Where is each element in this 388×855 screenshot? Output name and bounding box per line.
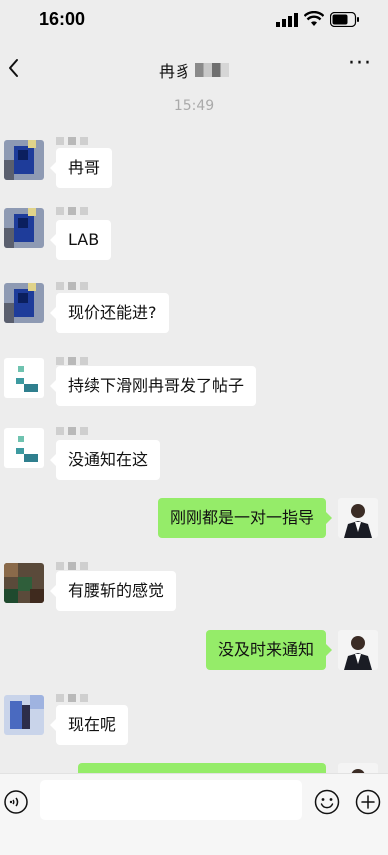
sender-nickname-redacted [56, 420, 116, 435]
sender-nickname-redacted [56, 275, 116, 290]
avatar[interactable] [4, 283, 44, 323]
emoji-icon[interactable] [314, 789, 340, 815]
message-bubble[interactable]: 没通知在这 [49, 440, 161, 480]
message-bubble[interactable]: 现价还能进? [50, 293, 169, 333]
message-timestamp: 15:49 [173, 98, 215, 114]
plus-icon[interactable] [355, 789, 381, 815]
message-input[interactable] [40, 780, 302, 820]
avatar[interactable] [4, 358, 44, 398]
input-bar [0, 773, 388, 855]
chat-title: 冉豸 [0, 58, 388, 82]
chat-header: 冉豸 ··· [0, 44, 388, 94]
avatar[interactable] [4, 208, 44, 248]
voice-icon[interactable] [4, 790, 28, 814]
status-bar: 16:00 [0, 0, 388, 44]
sender-nickname-redacted [56, 350, 116, 365]
message-bubble[interactable]: 冉哥 [49, 148, 113, 188]
avatar[interactable] [4, 428, 44, 468]
sender-nickname-redacted [56, 555, 116, 570]
signal-icon [276, 13, 298, 27]
message-bubble[interactable]: 没及时来通知 [205, 630, 333, 670]
avatar[interactable] [4, 695, 44, 735]
more-options-button[interactable]: ··· [346, 53, 374, 82]
sender-nickname-redacted [56, 200, 116, 215]
contact-name: 冉豸 [158, 62, 191, 81]
message-bubble[interactable]: 有腰斩的感觉 [49, 571, 177, 611]
avatar[interactable] [4, 140, 44, 180]
battery-icon [330, 12, 359, 27]
message-bubble[interactable]: 刚刚都是一对一指导 [157, 498, 333, 538]
message-bubble[interactable]: LAB [49, 220, 112, 260]
message-bubble[interactable]: 持续下滑刚冉哥发了帖子 [49, 366, 257, 406]
avatar[interactable] [338, 498, 378, 538]
redacted-name [195, 63, 229, 77]
message-bubble[interactable]: 现在呢 [49, 705, 129, 745]
sender-nickname-redacted [56, 130, 116, 145]
wifi-icon [304, 11, 324, 26]
avatar[interactable] [338, 630, 378, 670]
status-time: 16:00 [39, 9, 86, 29]
avatar[interactable] [4, 563, 44, 603]
sender-nickname-redacted [56, 687, 116, 702]
